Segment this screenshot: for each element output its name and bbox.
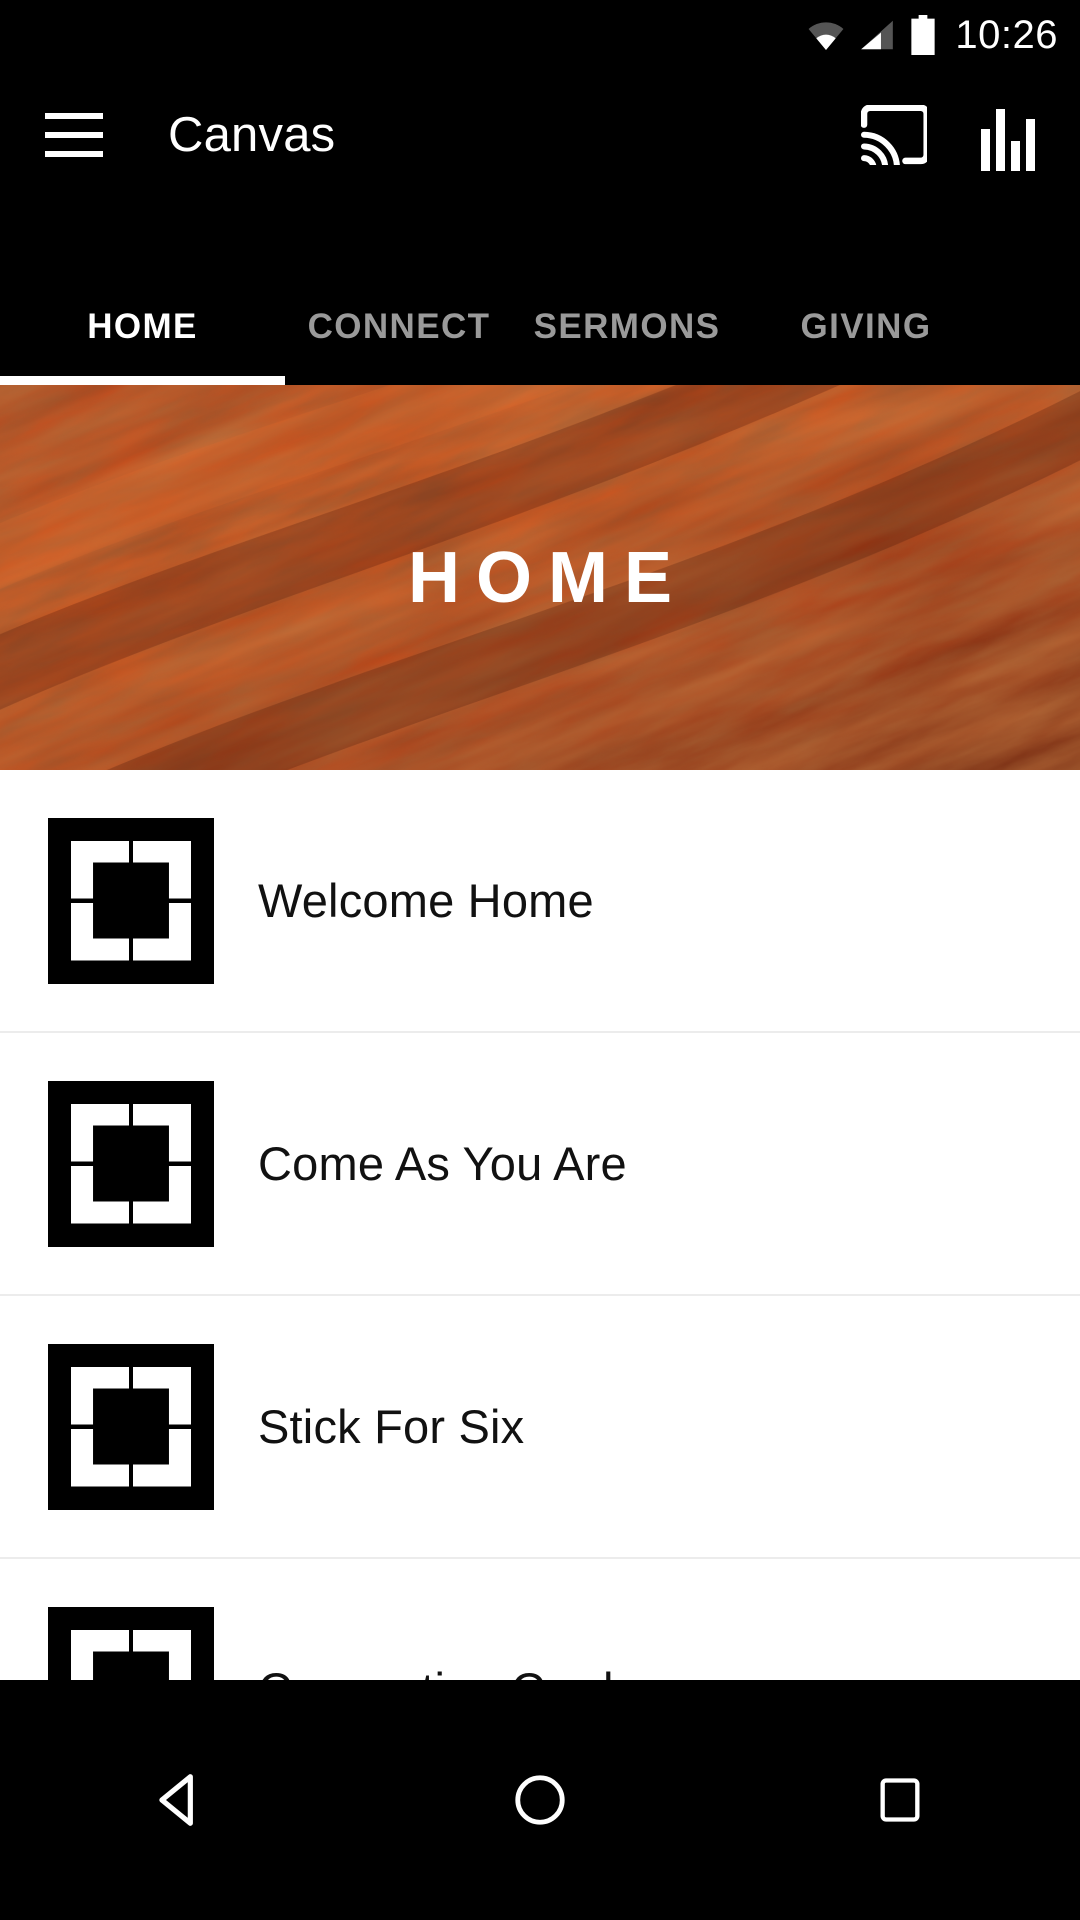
corner-bracket: [71, 1165, 129, 1224]
status-bar-clock: 10:26: [955, 13, 1058, 57]
list-item[interactable]: Come As You Are: [0, 1033, 1080, 1296]
status-bar-icons: [807, 15, 937, 55]
fullscreen-expand-icon: [48, 817, 214, 984]
corner-bracket: [133, 1103, 191, 1162]
list-item[interactable]: Welcome Home: [0, 770, 1080, 1033]
page-title: Canvas: [168, 107, 336, 162]
hero-banner: HOME: [0, 385, 1080, 770]
corner-bracket: [133, 1366, 191, 1425]
android-navigation-bar: [0, 1680, 1080, 1920]
hamburger-bar: [45, 132, 103, 138]
wifi-icon: [808, 22, 844, 51]
hero-title: HOME: [408, 537, 688, 618]
corner-bracket: [133, 1428, 191, 1487]
tab-giving[interactable]: GIVING: [741, 297, 991, 357]
corner-bracket: [71, 902, 129, 961]
corner-bracket: [133, 1629, 191, 1680]
tab-home[interactable]: HOME: [0, 297, 285, 357]
list-item-label: Welcome Home: [258, 874, 594, 927]
corner-bracket: [133, 1165, 191, 1224]
list-item-label: Come As You Are: [258, 1137, 627, 1190]
battery-icon: [911, 15, 936, 55]
hamburger-bar: [45, 151, 103, 157]
corner-bracket: [71, 1428, 129, 1487]
recents-square-icon[interactable]: [810, 1680, 990, 1920]
content-list: Welcome Home Come As You Are Stick For S…: [0, 770, 1080, 1680]
fullscreen-expand-icon: [48, 1080, 214, 1247]
hamburger-bar: [45, 113, 103, 119]
fullscreen-expand-icon: [48, 1343, 214, 1510]
active-tab-indicator: [0, 376, 285, 385]
hamburger-menu-icon[interactable]: [45, 113, 103, 157]
tab-connect[interactable]: CONNECT: [285, 297, 513, 357]
cast-icon[interactable]: [858, 99, 930, 171]
bar-chart-icon[interactable]: [974, 99, 1042, 171]
home-circle-icon[interactable]: [450, 1680, 630, 1920]
corner-bracket: [71, 1366, 129, 1425]
back-triangle-icon[interactable]: [90, 1680, 270, 1920]
status-bar: 10:26: [0, 0, 1080, 70]
cellular-signal-icon: [861, 20, 894, 50]
list-item[interactable]: Connection Card: [0, 1559, 1080, 1680]
tab-row: HOME CONNECT SERMONS GIVING: [0, 297, 1080, 357]
corner-bracket: [71, 1103, 129, 1162]
list-item-label: Connection Card: [258, 1666, 614, 1680]
fullscreen-expand-icon: [48, 1606, 214, 1680]
corner-bracket: [133, 902, 191, 961]
list-item-label: Stick For Six: [258, 1400, 525, 1453]
corner-bracket: [71, 840, 129, 899]
tab-sermons[interactable]: SERMONS: [513, 297, 741, 357]
list-item[interactable]: Stick For Six: [0, 1296, 1080, 1559]
corner-bracket: [71, 1629, 129, 1680]
corner-bracket: [133, 840, 191, 899]
tab-bar: HOME CONNECT SERMONS GIVING: [0, 200, 1080, 385]
app-toolbar: Canvas: [0, 70, 1080, 200]
